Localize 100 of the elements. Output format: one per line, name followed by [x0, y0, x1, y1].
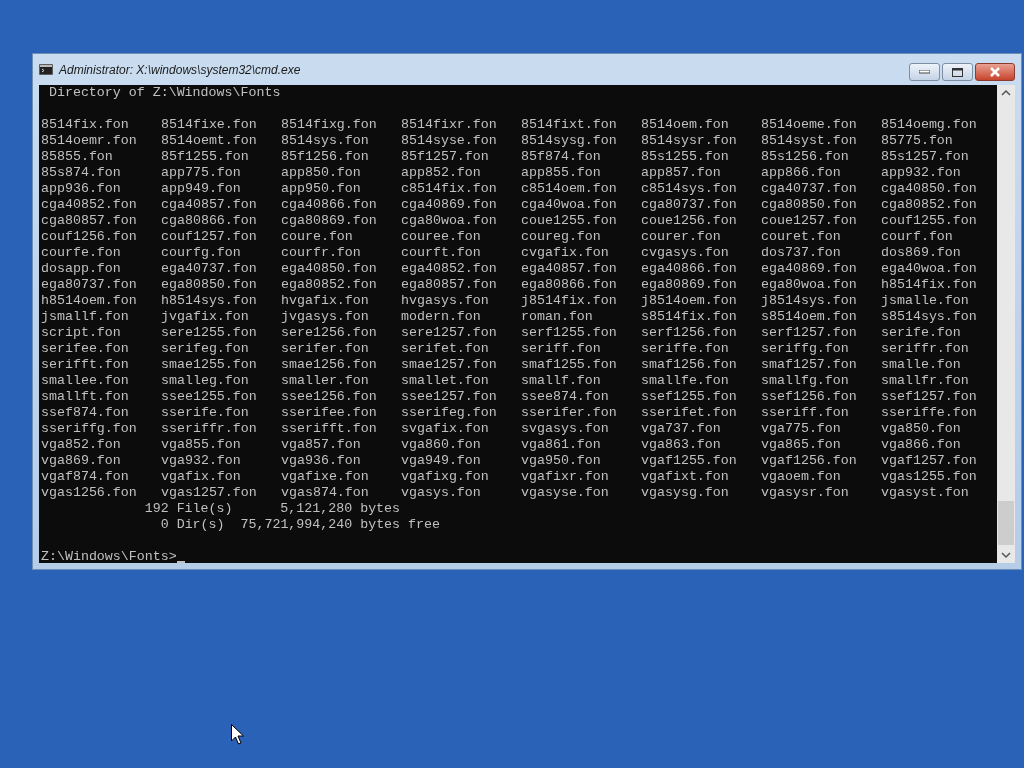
file-name: ega80869.fon [641, 277, 738, 293]
file-name: vgafixe.fon [281, 469, 370, 485]
minimize-icon [919, 70, 930, 74]
file-name: sseriffr.fon [161, 421, 258, 437]
file-name: script.fon [41, 325, 122, 341]
file-name: ssee1255.fon [161, 389, 258, 405]
file-name: serifer.fon [281, 341, 370, 357]
file-name: vga852.fon [41, 437, 122, 453]
file-name: ssef874.fon [41, 405, 130, 421]
file-name: smallet.fon [401, 373, 490, 389]
scroll-thumb[interactable] [998, 501, 1014, 545]
file-name: h8514fix.fon [881, 277, 978, 293]
file-name: smallfr.fon [881, 373, 970, 389]
file-name: sserife.fon [161, 405, 250, 421]
file-name: 8514oemt.fon [161, 133, 258, 149]
file-name: ssee1257.fon [401, 389, 498, 405]
file-name: 8514oemr.fon [41, 133, 138, 149]
file-name: couf1256.fon [41, 229, 138, 245]
file-name: vga865.fon [761, 437, 842, 453]
file-name: 8514fix.fon [41, 117, 130, 133]
file-name: c8514oem.fon [521, 181, 618, 197]
maximize-button[interactable] [942, 63, 973, 81]
file-name: smae1257.fon [401, 357, 498, 373]
file-name: 8514fixe.fon [161, 117, 258, 133]
file-name: smallf.fon [521, 373, 602, 389]
file-name: coue1257.fon [761, 213, 858, 229]
close-button[interactable] [975, 63, 1015, 81]
file-name: ssef1257.fon [881, 389, 978, 405]
file-name: cga40866.fon [281, 197, 378, 213]
file-name: dos737.fon [761, 245, 842, 261]
file-name: app866.fon [761, 165, 842, 181]
file-name: sere1255.fon [161, 325, 258, 341]
file-name: 8514syst.fon [761, 133, 858, 149]
scrollbar[interactable] [997, 85, 1015, 563]
file-name: coue1256.fon [641, 213, 738, 229]
file-name: app950.fon [281, 181, 362, 197]
file-name: vgaf874.fon [41, 469, 130, 485]
file-name: seriffr.fon [881, 341, 970, 357]
file-name: s8514sys.fon [881, 309, 978, 325]
file-name: smae1256.fon [281, 357, 378, 373]
file-name: 85775.fon [881, 133, 954, 149]
file-name: vgaf1255.fon [641, 453, 738, 469]
file-name: cga40850.fon [881, 181, 978, 197]
file-name: c8514sys.fon [641, 181, 738, 197]
file-name: cga40869.fon [401, 197, 498, 213]
file-name: app936.fon [41, 181, 122, 197]
file-name: vga869.fon [41, 453, 122, 469]
file-name: jsmalle.fon [881, 293, 970, 309]
file-name: sserifft.fon [281, 421, 378, 437]
command-prompt: Z:\Windows\Fonts> [41, 549, 177, 563]
file-name: roman.fon [521, 309, 594, 325]
file-name: courfe.fon [41, 245, 122, 261]
file-name: 8514sys.fon [281, 133, 370, 149]
file-name: 85s1255.fon [641, 149, 730, 165]
mouse-pointer-icon [231, 724, 244, 745]
file-name: app855.fon [521, 165, 602, 181]
file-name: couf1257.fon [161, 229, 258, 245]
file-name: sseriffe.fon [881, 405, 978, 421]
file-name: vga932.fon [161, 453, 242, 469]
file-name: seriff.fon [521, 341, 602, 357]
file-name: smaf1257.fon [761, 357, 858, 373]
file-name: couf1255.fon [881, 213, 978, 229]
file-name: serifet.fon [401, 341, 490, 357]
file-name: vgafixg.fon [401, 469, 490, 485]
file-name: app850.fon [281, 165, 362, 181]
file-name: ega80woa.fon [761, 277, 858, 293]
file-name: hvgafix.fon [281, 293, 370, 309]
file-name: cga80850.fon [761, 197, 858, 213]
file-name: vgas874.fon [281, 485, 370, 501]
maximize-icon [952, 67, 963, 77]
file-name: 8514fixt.fon [521, 117, 618, 133]
file-name: 8514fixr.fon [401, 117, 498, 133]
file-name: dos869.fon [881, 245, 962, 261]
file-name: vgasyse.fon [521, 485, 610, 501]
file-name: cga80857.fon [41, 213, 138, 229]
file-name: cvgafix.fon [521, 245, 610, 261]
file-name: coue1255.fon [521, 213, 618, 229]
file-name: sserifet.fon [641, 405, 738, 421]
file-name: sserifer.fon [521, 405, 618, 421]
file-name: courfg.fon [161, 245, 242, 261]
file-name: courft.fon [401, 245, 482, 261]
file-name: c8514fix.fon [401, 181, 498, 197]
file-name: vgaoem.fon [761, 469, 842, 485]
file-name: sserifeg.fon [401, 405, 498, 421]
console-text: 0 Dir(s) 75,721,994,240 bytes free [160, 517, 440, 532]
file-name: cga80woa.fon [401, 213, 498, 229]
file-name: seriffe.fon [641, 341, 730, 357]
file-name: vga737.fon [641, 421, 722, 437]
file-name: smaller.fon [281, 373, 370, 389]
file-name: smalleg.fon [161, 373, 250, 389]
file-name: sseriff.fon [761, 405, 850, 421]
file-name: ega40866.fon [641, 261, 738, 277]
file-name: smaf1255.fon [521, 357, 618, 373]
text-cursor [176, 561, 185, 563]
file-name: sseriffg.fon [41, 421, 138, 437]
file-name: ega40852.fon [401, 261, 498, 277]
file-name: smallfg.fon [761, 373, 850, 389]
file-name: ega80737.fon [41, 277, 138, 293]
file-name: smallft.fon [41, 389, 130, 405]
file-name: serifeg.fon [161, 341, 250, 357]
